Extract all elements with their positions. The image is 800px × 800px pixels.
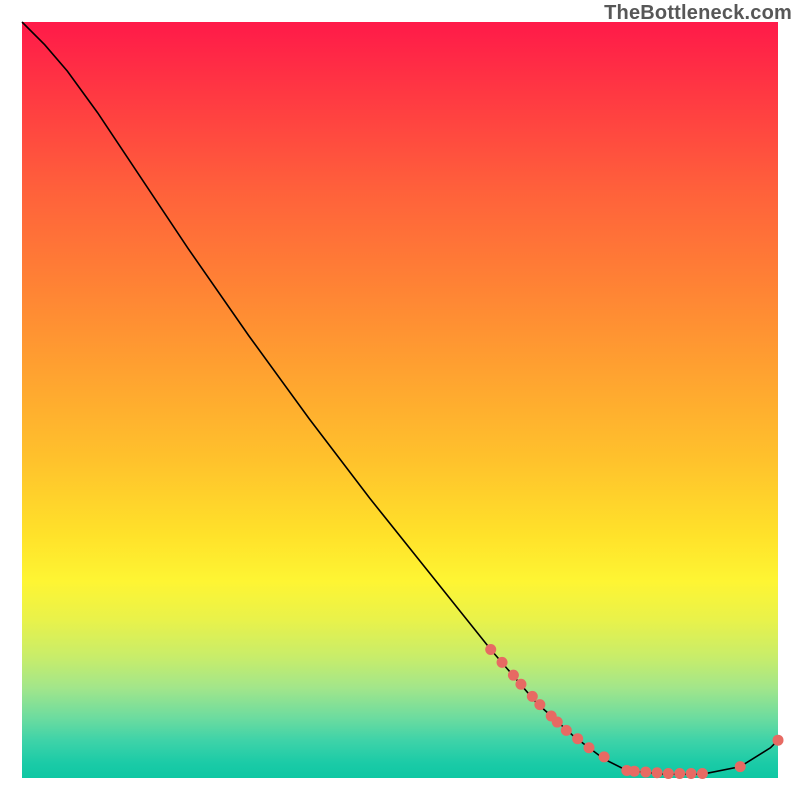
chart-overlay [22,22,778,778]
scatter-point [497,657,508,668]
plot-area [22,22,778,778]
scatter-points [485,644,783,779]
scatter-point [561,725,572,736]
scatter-point [527,691,538,702]
scatter-point [697,768,708,779]
scatter-point [629,766,640,777]
scatter-point [674,768,685,779]
chart-stage: TheBottleneck.com [0,0,800,800]
scatter-point [599,751,610,762]
scatter-point [735,761,746,772]
scatter-point [508,670,519,681]
scatter-point [663,768,674,779]
scatter-point [686,768,697,779]
scatter-point [552,717,563,728]
scatter-point [584,742,595,753]
scatter-point [572,733,583,744]
curve-line [22,22,778,774]
scatter-point [485,644,496,655]
scatter-point [652,767,663,778]
scatter-point [640,766,651,777]
scatter-point [773,735,784,746]
scatter-point [515,679,526,690]
scatter-point [534,699,545,710]
